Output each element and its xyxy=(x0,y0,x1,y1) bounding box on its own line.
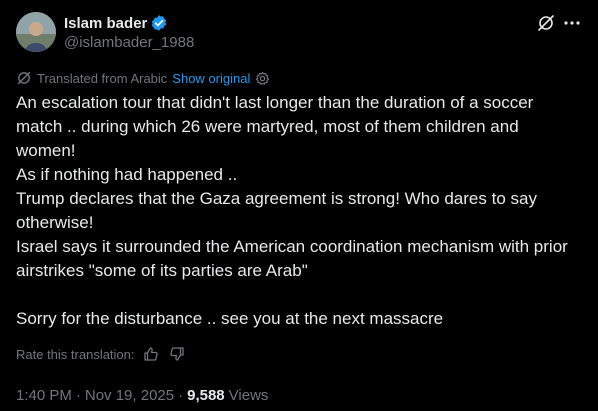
verified-badge-icon xyxy=(150,14,168,32)
post-body: An escalation tour that didn't last long… xyxy=(16,91,582,331)
translate-icon xyxy=(16,70,32,86)
show-original-link[interactable]: Show original xyxy=(172,71,250,86)
display-name[interactable]: Islam bader xyxy=(64,15,147,32)
thumbs-up-icon[interactable] xyxy=(143,346,159,362)
author-handle[interactable]: @islambader_1988 xyxy=(64,34,194,51)
grok-icon[interactable] xyxy=(536,13,556,33)
rate-translation-label: Rate this translation: xyxy=(16,346,135,362)
body-line: Sorry for the disturbance .. see you at … xyxy=(16,309,444,328)
separator: · xyxy=(75,386,81,404)
body-line: Trump declares that the Gaza agreement i… xyxy=(16,189,542,232)
post-time[interactable]: 1:40 PM xyxy=(16,387,72,404)
more-options-icon[interactable] xyxy=(562,13,582,33)
views-count: 9,588 xyxy=(187,386,225,404)
avatar[interactable] xyxy=(16,12,56,52)
rate-translation-row: Rate this translation: xyxy=(16,345,185,363)
body-line: An escalation tour that didn't last long… xyxy=(16,93,539,160)
post-meta: 1:40 PM · Nov 19, 2025 · 9,588 Views xyxy=(16,385,268,405)
translated-from-label: Translated from Arabic xyxy=(37,70,168,86)
post-date[interactable]: Nov 19, 2025 xyxy=(85,387,174,404)
post: Islam bader @islambader_1988 Translated … xyxy=(0,0,598,411)
author-name-row: Islam bader xyxy=(64,13,168,33)
body-blank-line: ​ xyxy=(16,283,582,307)
translation-notice: Translated from Arabic Show original xyxy=(16,69,270,87)
body-line: Israel says it surrounded the American c… xyxy=(16,237,573,280)
separator: · xyxy=(178,386,184,404)
body-line: As if nothing had happened .. xyxy=(16,165,238,184)
settings-icon[interactable] xyxy=(255,71,270,86)
views-label: Views xyxy=(228,386,269,404)
thumbs-down-icon[interactable] xyxy=(169,346,185,362)
